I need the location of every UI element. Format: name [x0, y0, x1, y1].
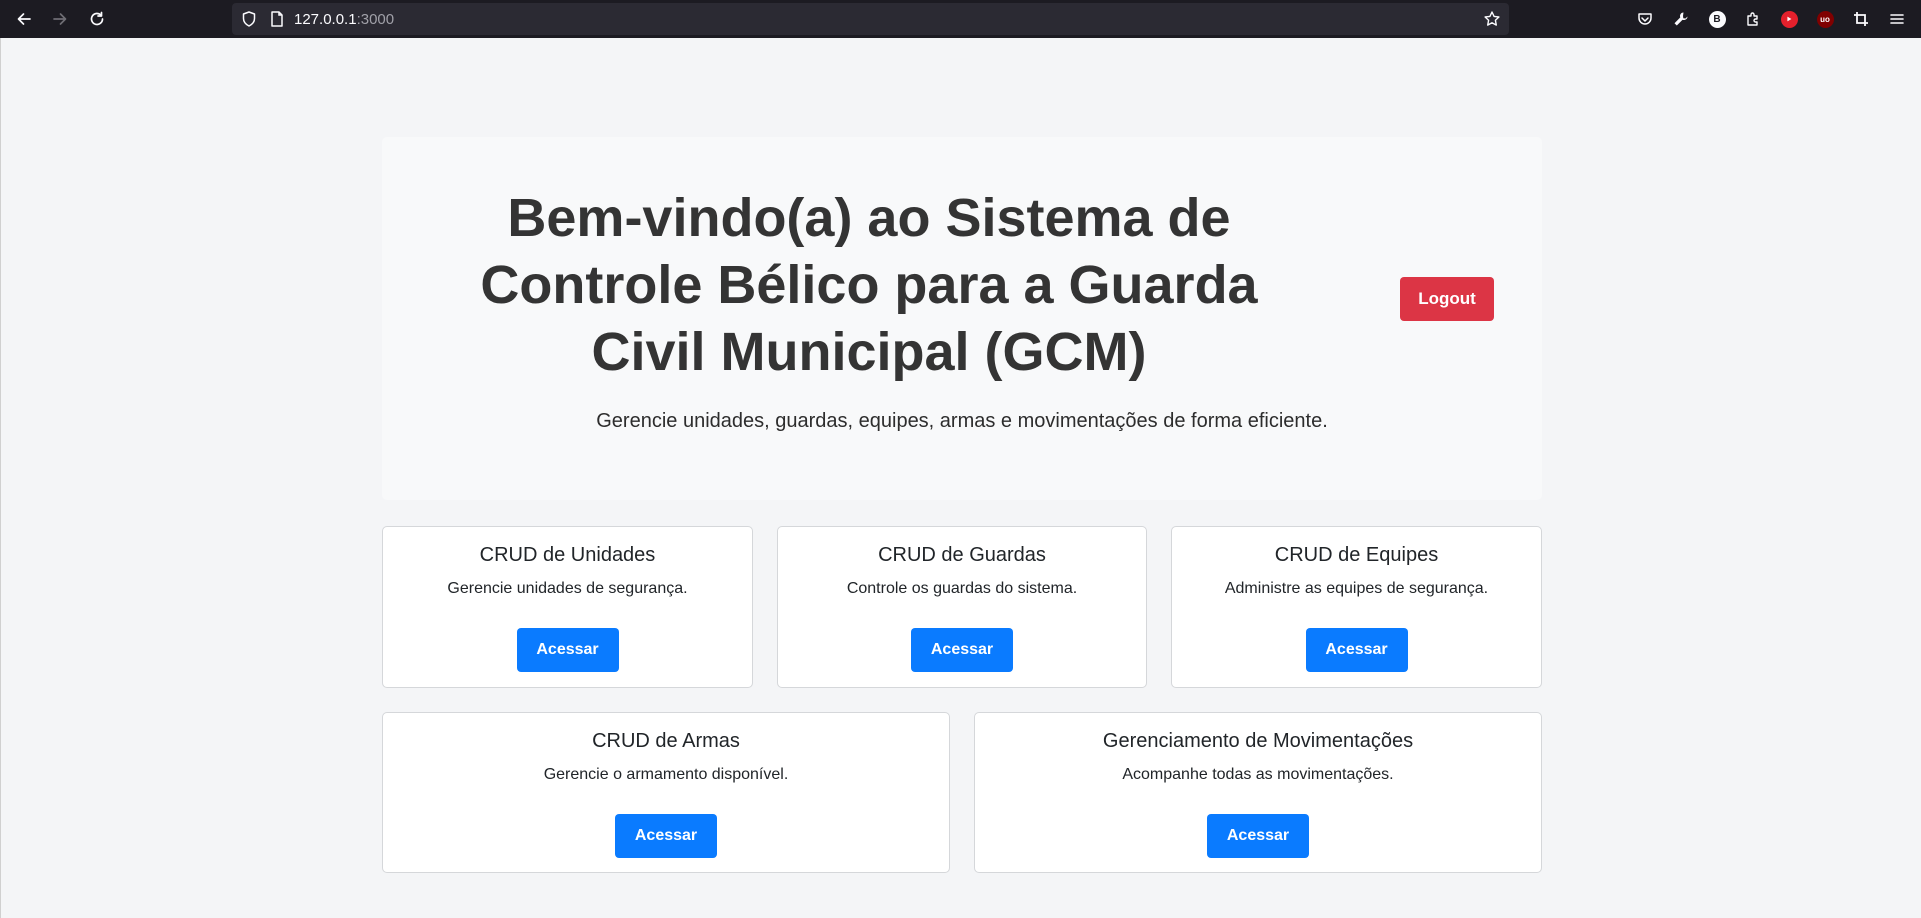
arrow-left-icon	[17, 13, 31, 25]
url-host: 127.0.0.1	[294, 11, 357, 28]
star-icon[interactable]	[1483, 10, 1501, 28]
youtube-icon[interactable]	[1778, 8, 1800, 30]
card-movimentacoes: Gerenciamento de Movimentações Acompanhe…	[974, 712, 1542, 873]
pocket-icon[interactable]	[1634, 8, 1656, 30]
browser-toolbar: 127.0.0.1:3000 B uo	[0, 0, 1921, 38]
hero-section: Bem-vindo(a) ao Sistema de Controle Béli…	[382, 137, 1542, 500]
card-title: CRUD de Equipes	[1274, 544, 1439, 566]
card-equipes: CRUD de Equipes Administre as equipes de…	[1171, 526, 1542, 688]
crop-icon[interactable]	[1850, 8, 1872, 30]
back-button[interactable]	[10, 5, 38, 33]
acessar-equipes-button[interactable]: Acessar	[1305, 628, 1408, 672]
card-guardas: CRUD de Guardas Controle os guardas do s…	[777, 526, 1147, 688]
card-title: CRUD de Guardas	[878, 544, 1046, 566]
page-icon	[271, 11, 283, 27]
page-title: Bem-vindo(a) ao Sistema de Controle Béli…	[480, 188, 1258, 382]
acessar-movimentacoes-button[interactable]: Acessar	[1207, 814, 1309, 858]
acessar-unidades-button[interactable]: Acessar	[516, 628, 619, 672]
address-bar[interactable]: 127.0.0.1:3000	[232, 3, 1509, 35]
card-text: Gerencie o armamento disponível.	[543, 766, 789, 783]
card-unidades: CRUD de Unidades Gerencie unidades de se…	[382, 526, 753, 688]
acessar-armas-button[interactable]: Acessar	[615, 814, 717, 858]
card-text: Acompanhe todas as movimentações.	[1122, 766, 1394, 783]
card-text: Gerencie unidades de segurança.	[447, 580, 688, 597]
url-text[interactable]: 127.0.0.1:3000	[294, 11, 394, 28]
card-title: Gerenciamento de Movimentações	[1102, 730, 1414, 752]
card-armas: CRUD de Armas Gerencie o armamento dispo…	[382, 712, 950, 873]
page-content: Bem-vindo(a) ao Sistema de Controle Béli…	[0, 38, 1921, 918]
ublock-icon[interactable]: uo	[1814, 8, 1836, 30]
card-text: Controle os guardas do sistema.	[846, 580, 1078, 597]
hero-subtitle: Gerencie unidades, guardas, equipes, arm…	[596, 410, 1328, 432]
bitwarden-icon[interactable]: B	[1706, 8, 1728, 30]
forward-button[interactable]	[46, 5, 74, 33]
card-title: CRUD de Unidades	[479, 544, 656, 566]
menu-icon[interactable]	[1886, 8, 1908, 30]
card-title: CRUD de Armas	[592, 730, 740, 752]
logout-button[interactable]: Logout	[1400, 277, 1494, 321]
wrench-icon[interactable]	[1670, 8, 1692, 30]
arrow-right-icon	[53, 13, 67, 25]
url-port: :3000	[356, 11, 395, 28]
shield-icon[interactable]	[240, 10, 258, 28]
extension-icon[interactable]	[1742, 8, 1764, 30]
acessar-guardas-button[interactable]: Acessar	[911, 628, 1013, 672]
reload-icon	[90, 11, 104, 26]
card-text: Administre as equipes de segurança.	[1224, 580, 1489, 597]
reload-button[interactable]	[83, 5, 111, 33]
